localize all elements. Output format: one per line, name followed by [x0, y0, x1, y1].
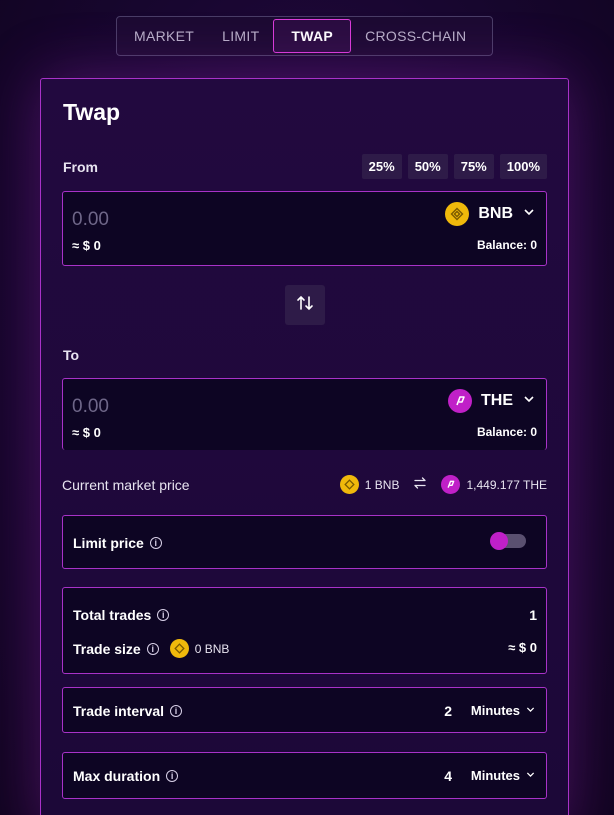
info-icon[interactable]: i [149, 537, 162, 549]
percent-buttons: 25% 50% 75% 100% [361, 154, 547, 179]
limit-price-label-group: Limit price i [73, 535, 162, 551]
info-icon[interactable]: i [157, 609, 170, 621]
max-duration-label-group: Max duration i [73, 768, 179, 784]
trades-box: Total trades i 1 Trade size i 0 BNB ≈ $ … [62, 587, 547, 674]
swap-direction-button[interactable] [285, 285, 325, 325]
market-price-label: Current market price [62, 477, 190, 493]
from-token-box: ≈ $ 0 BNB Balance: 0 [62, 191, 547, 266]
to-balance: Balance: 0 [476, 425, 537, 439]
trade-size-amount: 0 BNB [194, 641, 230, 656]
order-type-tabs: MARKET LIMIT TWAP CROSS-CHAIN [116, 16, 493, 56]
twap-panel: Twap From 25% 50% 75% 100% ≈ $ 0 BNB Bal… [40, 78, 569, 815]
from-label: From [63, 159, 98, 175]
to-token-name: THE [481, 392, 513, 409]
market-price-values: 1 BNB 1,449.177 THE [339, 475, 547, 494]
bnb-coin-icon [445, 202, 470, 226]
percent-100-button[interactable]: 100% [499, 154, 547, 179]
the-coin-icon [448, 389, 472, 413]
trade-interval-box: Trade interval i 2 Minutes [62, 687, 547, 733]
info-icon[interactable]: i [146, 642, 159, 655]
from-token-select[interactable]: BNB [445, 202, 536, 226]
from-token-name: BNB [478, 205, 513, 222]
max-duration-unit-select[interactable]: Minutes [471, 768, 536, 783]
chevron-down-icon [522, 392, 536, 411]
trade-size-usd: ≈ $ 0 [508, 640, 537, 655]
trade-interval-value[interactable]: 2 [444, 703, 452, 719]
the-coin-icon [441, 475, 461, 494]
limit-price-label: Limit price [73, 535, 144, 551]
toggle-knob [490, 532, 508, 550]
to-token-select[interactable]: THE [448, 389, 536, 413]
chevron-down-icon [522, 205, 536, 224]
panel-title: Twap [63, 99, 121, 125]
bnb-coin-icon [169, 639, 189, 658]
percent-75-button[interactable]: 75% [453, 154, 494, 179]
info-icon[interactable]: i [170, 705, 183, 717]
max-duration-unit: Minutes [470, 768, 520, 783]
tab-market[interactable]: MARKET [120, 19, 208, 53]
market-price-base: 1 BNB [364, 477, 400, 492]
tab-cross-chain[interactable]: CROSS-CHAIN [351, 19, 480, 53]
trade-size-label: Trade size [73, 640, 141, 657]
limit-price-box: Limit price i [62, 515, 547, 569]
to-amount-input[interactable] [72, 396, 272, 418]
percent-50-button[interactable]: 50% [407, 154, 448, 179]
tab-limit[interactable]: LIMIT [208, 19, 273, 53]
from-amount-input[interactable] [72, 209, 272, 231]
chevron-down-icon [525, 703, 536, 718]
from-usd-value: ≈ $ 0 [72, 238, 101, 253]
to-usd-value: ≈ $ 0 [72, 425, 101, 440]
market-price-row: Current market price 1 BNB 1,449.177 THE [62, 475, 547, 495]
trade-interval-unit-select[interactable]: Minutes [471, 703, 536, 718]
max-duration-value[interactable]: 4 [444, 768, 452, 784]
trade-size-label-group: Trade size i 0 BNB [73, 639, 229, 658]
total-trades-label-group: Total trades i [73, 607, 170, 623]
bnb-coin-icon [339, 475, 359, 494]
swap-arrows-icon [296, 294, 314, 317]
limit-price-toggle[interactable] [490, 532, 526, 550]
swap-horizontal-icon[interactable] [413, 477, 427, 492]
info-icon[interactable]: i [166, 770, 179, 782]
to-label: To [63, 347, 80, 363]
max-duration-box: Max duration i 4 Minutes [62, 752, 547, 799]
market-price-quote: 1,449.177 THE [466, 477, 547, 492]
percent-25-button[interactable]: 25% [361, 154, 402, 179]
total-trades-label: Total trades [73, 607, 152, 623]
tab-twap[interactable]: TWAP [273, 19, 352, 53]
from-balance: Balance: 0 [476, 238, 537, 252]
total-trades-value[interactable]: 1 [529, 607, 537, 623]
trade-interval-unit: Minutes [470, 703, 520, 718]
to-token-box: ≈ $ 0 THE Balance: 0 [62, 378, 547, 450]
trade-interval-label: Trade interval [73, 703, 165, 719]
trade-interval-label-group: Trade interval i [73, 703, 183, 719]
max-duration-label: Max duration [73, 768, 161, 784]
chevron-down-icon [525, 768, 536, 783]
